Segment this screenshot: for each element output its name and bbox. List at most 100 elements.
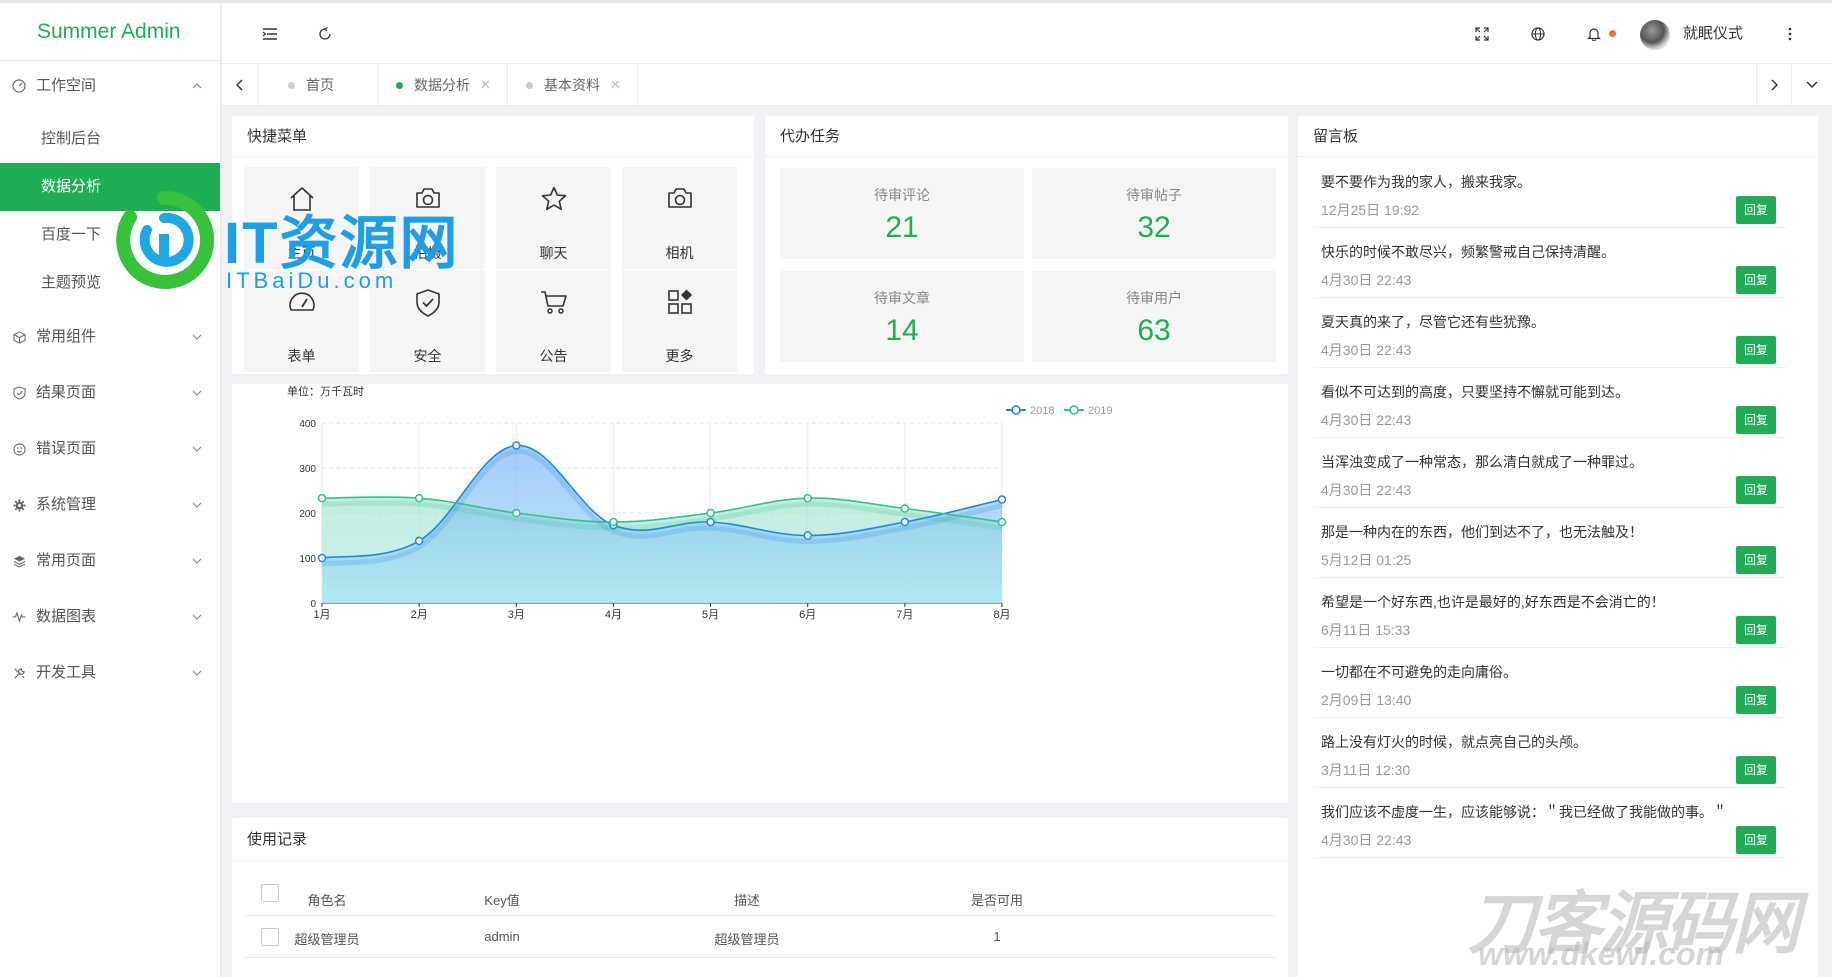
reply-button[interactable]: 回复 [1736,406,1776,434]
data-point-2018 [997,495,1007,504]
card-title: 快捷菜单 [232,116,754,157]
quick-menu-item[interactable]: 安全 [370,270,485,372]
quick-menu-label: 公告 [539,348,568,364]
top-header: 就眠仪式 [222,3,1832,64]
data-point-2019 [997,517,1007,527]
message-date: 2月09日 13:40 [1321,692,1412,708]
fullscreen-icon[interactable] [1472,3,1492,64]
x-tick-label: 4月 [605,609,622,621]
more-vertical-icon[interactable] [1782,3,1798,64]
reply-button[interactable]: 回复 [1736,266,1776,294]
tab-scroll-right-icon[interactable] [1756,64,1792,106]
layers-icon [11,533,27,589]
data-point-2019 [317,493,327,503]
reply-button[interactable]: 回复 [1736,336,1776,364]
menu-group-2[interactable]: 错误页面 [0,421,220,477]
quick-menu-item[interactable]: 更多 [622,270,737,372]
sidebar-item-baidu[interactable]: 百度一下 [0,211,220,259]
quick-menu-item[interactable]: 主页 [244,167,359,269]
reply-button[interactable]: 回复 [1736,196,1776,224]
legend-marker [1069,405,1079,415]
close-icon[interactable]: ✕ [610,64,621,106]
quick-menu-label: 表单 [287,348,316,364]
close-icon[interactable]: ✕ [480,64,491,106]
sidebar-item-theme[interactable]: 主题预览 [0,259,220,307]
tab-dropdown-icon[interactable] [1794,64,1830,106]
data-point-2019 [706,508,715,518]
chart-card: 0 100 200 300 400 1月 2月 3月 4月 5月 6月 7月 8月 单位：万千瓦时 2018… [232,384,1288,803]
quick-menu-label: 安全 [413,348,442,364]
collapse-menu-icon[interactable] [260,3,280,64]
task-tile[interactable]: 待审评论 21 [780,168,1024,259]
reply-button[interactable]: 回复 [1736,686,1776,714]
menu-group-6[interactable]: 开发工具 [0,645,220,701]
tab-scroll-left-icon[interactable] [222,64,258,106]
quick-menu-item[interactable]: 表单 [244,270,359,372]
tab-status-dot [288,82,295,89]
quick-menu-item[interactable]: 聊天 [496,167,611,269]
sidebar-item-console[interactable]: 控制后台 [0,115,220,163]
table-header-cell: 角色名 [307,893,347,908]
bell-icon[interactable] [1584,3,1604,64]
task-count: 63 [1137,314,1171,347]
task-count: 32 [1137,211,1171,244]
chevron-down-icon [190,309,204,365]
message-date: 5月12日 01:25 [1321,552,1412,568]
tab-analysis[interactable]: 数据分析 ✕ [378,64,508,106]
message-item: 快乐的时候不敢尽兴，频繁警戒自己保持清醒。 4月30日 22:43 回复 [1313,228,1786,298]
menu-group-label: 错误页面 [36,440,97,457]
menu-group-label: 数据图表 [36,608,97,625]
menu-group-label: 常用页面 [36,552,97,569]
table-header-cell: Key值 [484,893,520,908]
menu-group-1[interactable]: 结果页面 [0,365,220,421]
quick-menu-item[interactable]: 公告 [496,270,611,372]
app-brand[interactable]: Summer Admin [0,3,220,61]
sidebar-item-analysis[interactable]: 数据分析 [0,163,220,211]
reply-button[interactable]: 回复 [1736,476,1776,504]
tab-status-dot [396,82,403,89]
chevron-down-icon [190,589,204,645]
reply-button[interactable]: 回复 [1736,546,1776,574]
message-text: 看似不可达到的高度，只要坚持不懈就可能到达。 [1321,384,1629,400]
menu-group-0[interactable]: 常用组件 [0,309,220,365]
data-point-2019 [414,493,424,503]
message-item: 看似不可达到的高度，只要坚持不懈就可能到达。 4月30日 22:43 回复 [1313,368,1786,438]
legend-label: 2019 [1088,405,1112,417]
table-cell-key: admin [484,929,520,944]
task-tile[interactable]: 待审用户 63 [1032,271,1276,362]
message-item: 我们应该不虚度一生，应该能够说：＂我已经做了我能做的事。＂ 4月30日 22:43… [1313,788,1786,858]
message-text: 一切都在不可避免的走向庸俗。 [1321,664,1517,680]
avatar[interactable] [1640,20,1670,50]
legend-label: 2018 [1030,405,1054,417]
message-text: 路上没有灯火的时候，就点亮自己的头颅。 [1321,734,1587,750]
menu-group-3[interactable]: 系统管理 [0,477,220,533]
message-item: 那是一种内在的东西，他们到达不了，也无法触及！ 5月12日 01:25 回复 [1313,508,1786,578]
chevron-down-icon [190,421,204,477]
quick-menu-label: 聊天 [539,245,568,261]
reply-button[interactable]: 回复 [1736,616,1776,644]
task-tile[interactable]: 待审文章 14 [780,271,1024,362]
reply-button[interactable]: 回复 [1736,826,1776,854]
todo-tasks-card: 代办任务 待审评论 21 待审帖子 32 待审文章 14 待审用户 63 [765,116,1288,374]
globe-icon[interactable] [1528,3,1548,64]
menu-group-5[interactable]: 数据图表 [0,589,220,645]
menu-group-4[interactable]: 常用页面 [0,533,220,589]
quick-menu-item[interactable]: 相机 [622,167,737,269]
reply-button[interactable]: 回复 [1736,756,1776,784]
refresh-icon[interactable] [315,3,335,64]
chevron-down-icon [190,645,204,701]
data-point-2019 [803,493,812,503]
dashboard-icon [244,288,359,320]
message-text: 快乐的时候不敢尽兴，频繁警戒自己保持清醒。 [1321,244,1615,260]
tab-profile[interactable]: 基本资料 ✕ [508,64,638,106]
task-label: 待审评论 [874,187,930,203]
task-tile[interactable]: 待审帖子 32 [1032,168,1276,259]
quick-menu-label: 更多 [665,348,694,364]
quick-menu-item[interactable]: 拍摄 [370,167,485,269]
menu-group-workspace[interactable]: 工作空间 [0,61,220,111]
username[interactable]: 就眠仪式 [1683,3,1743,64]
y-axis-label: 单位：万千瓦时 [287,384,364,398]
tab-home[interactable]: 首页 [258,64,378,106]
table-header-cell: 是否可用 [970,893,1023,908]
task-count: 21 [885,211,919,244]
